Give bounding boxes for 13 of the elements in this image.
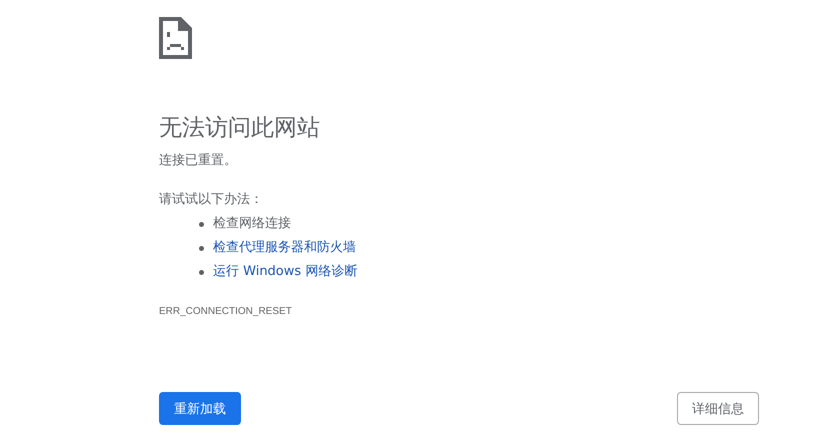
suggestion-link[interactable]: 检查代理服务器和防火墙	[213, 238, 356, 258]
sad-page-icon	[159, 17, 192, 59]
suggestions-intro: 请试试以下办法：	[159, 191, 263, 209]
suggestion-link[interactable]: 运行 Windows 网络诊断	[213, 262, 358, 282]
error-code: ERR_CONNECTION_RESET	[159, 306, 292, 317]
details-button[interactable]: 详细信息	[677, 392, 759, 425]
error-heading: 无法访问此网站	[159, 114, 320, 143]
bullet-icon	[199, 270, 204, 274]
suggestion-text: 检查网络连接	[213, 215, 291, 233]
reload-button[interactable]: 重新加载	[159, 392, 241, 425]
error-message: 连接已重置。	[159, 152, 237, 170]
bullet-icon	[199, 222, 204, 226]
bullet-icon	[199, 246, 204, 250]
